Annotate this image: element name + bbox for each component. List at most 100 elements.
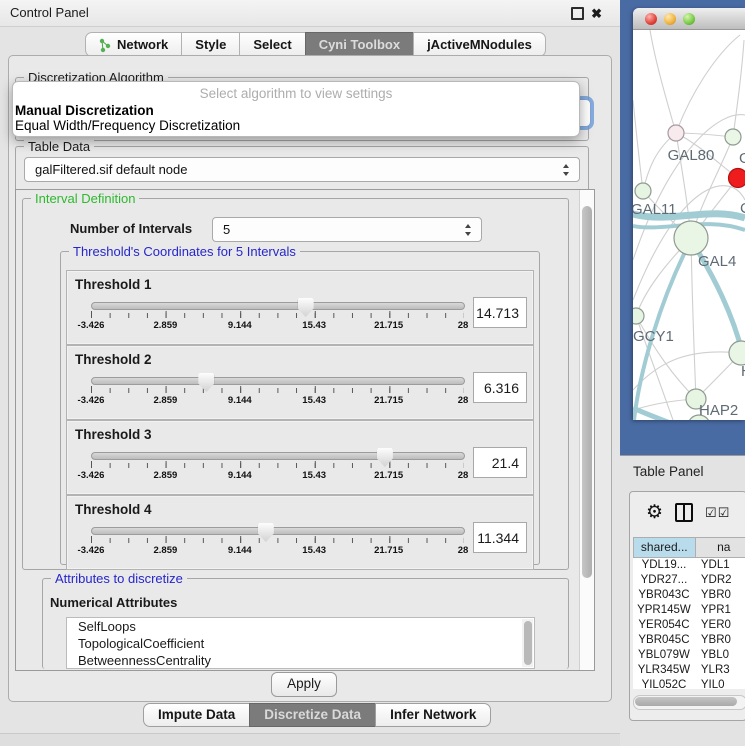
cell[interactable]: YDL19... [633, 558, 695, 573]
combo-stepper-icon [563, 164, 570, 176]
cell[interactable]: YPR1 [695, 603, 745, 618]
threshold-slider[interactable]: -3.426 2.859 9.144 15.43 21.715 28 [91, 449, 463, 489]
table-row[interactable]: YLR345W YLR3 [633, 663, 745, 678]
table-row[interactable]: YBL079W YBL0 [633, 648, 745, 663]
list-item[interactable]: BetweennessCentrality [67, 652, 534, 669]
network-tab-icon [99, 37, 112, 52]
slider-track[interactable] [91, 377, 465, 385]
cell[interactable]: YDL1 [695, 558, 745, 573]
threshold-slider[interactable]: -3.426 2.859 9.144 15.43 21.715 28 [91, 299, 463, 339]
network-canvas[interactable]: GAL80 GA C GAL11 GAL4 GCY1 H HAP2 [633, 30, 745, 420]
tick-label: 2.859 [154, 470, 178, 481]
checkbox-columns-icon[interactable]: ☑☑ [705, 506, 730, 519]
cell[interactable]: YIL052C [633, 678, 695, 689]
node-gal80[interactable] [668, 125, 684, 141]
cell[interactable]: YDR2 [695, 573, 745, 588]
node-label-clipped: GA [739, 150, 745, 167]
tab-jactivemnodules[interactable]: jActiveMNodules [413, 32, 546, 57]
scrollbar-thumb[interactable] [524, 621, 532, 665]
list-item[interactable]: TopologicalCoefficient [67, 635, 534, 652]
num-intervals-combobox[interactable]: 5 [212, 217, 482, 242]
tab-style[interactable]: Style [181, 32, 240, 57]
float-window-icon[interactable] [571, 7, 584, 20]
tab-select[interactable]: Select [239, 32, 305, 57]
threshold-slider[interactable]: -3.426 2.859 9.144 15.43 21.715 28 [91, 524, 463, 564]
cell[interactable]: YER054C [633, 618, 695, 633]
column-header-name[interactable]: na [696, 537, 745, 558]
slider-track[interactable] [91, 527, 465, 535]
tick-label: -3.426 [78, 320, 105, 331]
cell[interactable]: YBL079W [633, 648, 695, 663]
tab-label: Network [117, 33, 168, 56]
cell[interactable]: YPR145W [633, 603, 695, 618]
control-panel-titlebar: Control Panel ✖ [0, 0, 620, 27]
cell[interactable]: YBR043C [633, 588, 695, 603]
list-scrollbar[interactable] [522, 619, 533, 667]
tab-impute-data[interactable]: Impute Data [143, 703, 250, 727]
table-row[interactable]: YDL19... YDL1 [633, 558, 745, 573]
slider-track[interactable] [91, 452, 465, 460]
slider-major-ticks [91, 536, 464, 543]
cell[interactable]: YDR27... [633, 573, 695, 588]
slider-track[interactable] [91, 302, 465, 310]
scrollbar-thumb[interactable] [635, 697, 737, 706]
table-panel-title: Table Panel [620, 456, 745, 488]
tick-label: -3.426 [78, 470, 105, 481]
zoom-traffic-light-icon[interactable] [683, 13, 695, 25]
list-item[interactable]: SelfLoops [67, 618, 534, 635]
settings-scroll-area: Interval Definition Number of Intervals … [15, 189, 595, 671]
node[interactable] [729, 341, 745, 365]
node-gal11[interactable] [635, 183, 651, 199]
popup-item-equal-width-frequency[interactable]: Equal Width/Frequency Discretization [13, 118, 579, 133]
column-header-shared-name[interactable]: shared... [633, 537, 696, 558]
node[interactable] [725, 129, 741, 145]
slider-major-ticks [91, 461, 464, 468]
horizontal-scrollbar[interactable] [633, 695, 745, 710]
cell[interactable]: YLR3 [695, 663, 745, 678]
cell[interactable]: YBR0 [695, 588, 745, 603]
minimize-traffic-light-icon[interactable] [664, 13, 676, 25]
table-row[interactable]: YBR043C YBR0 [633, 588, 745, 603]
table-row[interactable]: YBR045C YBR0 [633, 633, 745, 648]
cell[interactable]: YER0 [695, 618, 745, 633]
tab-cyni-toolbox[interactable]: Cyni Toolbox [305, 32, 414, 57]
node-label: GAL80 [668, 147, 715, 164]
close-icon[interactable]: ✖ [591, 7, 602, 20]
cell[interactable]: YLR345W [633, 663, 695, 678]
threshold-value-field[interactable]: 6.316 [473, 372, 527, 403]
threshold-value-field[interactable]: 11.344 [473, 522, 527, 553]
node-label: HAP2 [699, 402, 738, 419]
cell[interactable]: YBL0 [695, 648, 745, 663]
tab-infer-network[interactable]: Infer Network [375, 703, 491, 727]
cell[interactable]: YBR0 [695, 633, 745, 648]
threshold-value-field[interactable]: 14.713 [473, 297, 527, 328]
table-data-combobox[interactable]: galFiltered.sif default node [24, 157, 580, 182]
node-gcy1[interactable] [633, 308, 644, 324]
table-row[interactable]: YPR145W YPR1 [633, 603, 745, 618]
gear-icon[interactable]: ⚙ [646, 503, 663, 522]
scrollbar-thumb[interactable] [582, 206, 592, 578]
tab-network[interactable]: Network [85, 32, 182, 57]
table-row[interactable]: YDR27... YDR2 [633, 573, 745, 588]
threshold-panel: Threshold 4 -3.426 2.859 9.144 15.43 21.… [66, 495, 534, 570]
numerical-attributes-list[interactable]: SelfLoops TopologicalCoefficient Between… [66, 617, 535, 669]
split-view-icon[interactable] [675, 503, 693, 522]
node-gal4[interactable] [674, 221, 708, 255]
apply-button[interactable]: Apply [271, 672, 337, 697]
table-data-group: Table Data galFiltered.sif default node [15, 146, 589, 194]
table-row[interactable]: YER054C YER0 [633, 618, 745, 633]
cell[interactable]: YBR045C [633, 633, 695, 648]
numerical-attributes-heading: Numerical Attributes [50, 595, 177, 610]
threshold-slider[interactable]: -3.426 2.859 9.144 15.43 21.715 28 [91, 374, 463, 414]
tab-discretize-data[interactable]: Discretize Data [249, 703, 376, 727]
node-table: shared... na YDL19... YDL1 YDR27... YDR2… [633, 537, 745, 689]
tab-label: jActiveMNodules [427, 33, 532, 56]
cell[interactable]: YIL0 [695, 678, 745, 689]
node-selected-red[interactable] [729, 169, 745, 188]
close-traffic-light-icon[interactable] [645, 13, 657, 25]
table-row[interactable]: YIL052C YIL0 [633, 678, 745, 689]
vertical-scrollbar[interactable] [579, 190, 594, 670]
popup-item-manual-discretization[interactable]: Manual Discretization [13, 103, 579, 118]
threshold-value-field[interactable]: 21.4 [473, 447, 527, 478]
popup-placeholder-item[interactable]: Select algorithm to view settings [13, 82, 579, 103]
